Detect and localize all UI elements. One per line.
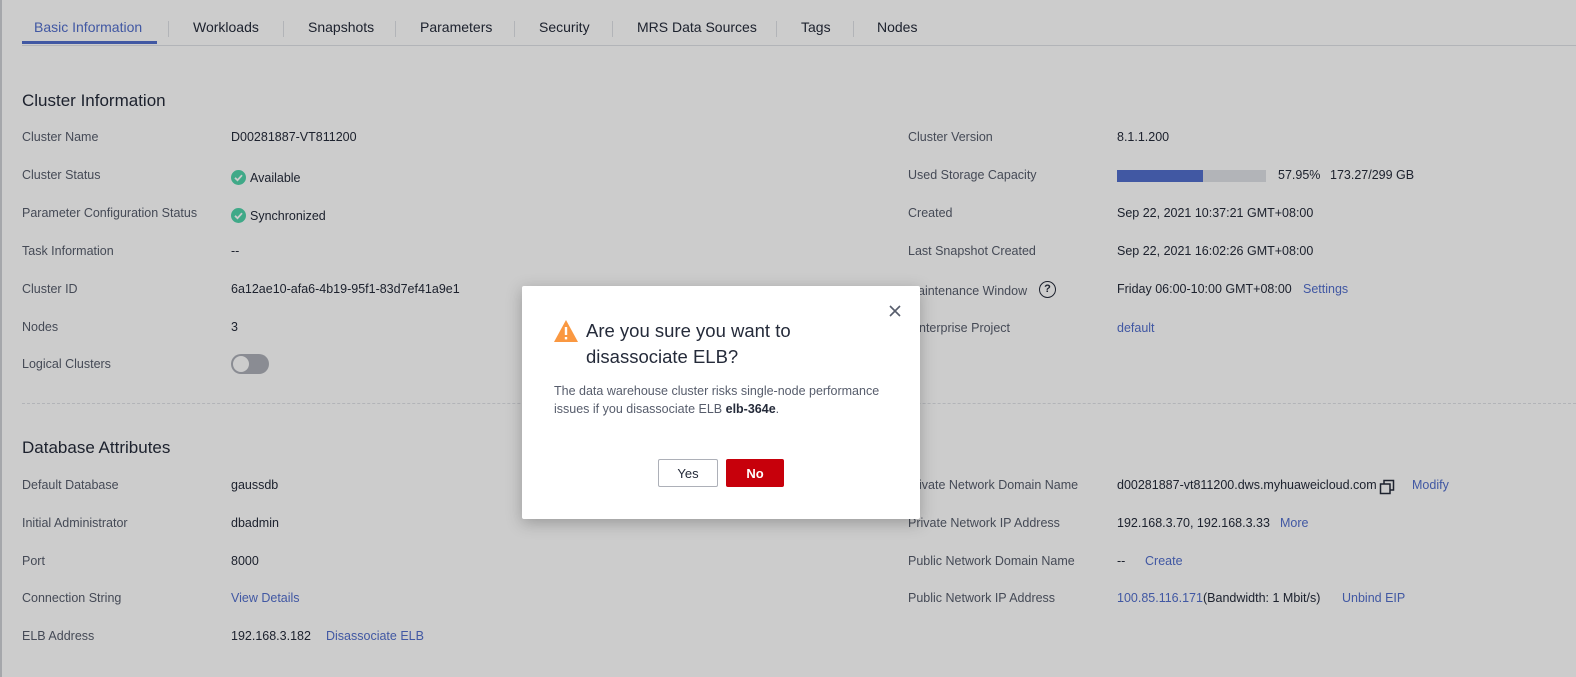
- close-icon[interactable]: [886, 302, 904, 320]
- yes-button[interactable]: Yes: [658, 459, 718, 487]
- warning-icon: [553, 319, 579, 343]
- dialog-message: The data warehouse cluster risks single-…: [554, 382, 894, 418]
- no-button[interactable]: No: [726, 459, 784, 487]
- dialog-message-end: .: [775, 402, 780, 416]
- dialog-title: Are you sure you want to disassociate EL…: [586, 320, 791, 367]
- confirm-dialog: Are you sure you want to disassociate EL…: [522, 286, 920, 519]
- elb-name: elb-364e: [725, 402, 776, 416]
- dialog-message-text: The data warehouse cluster risks single-…: [554, 384, 880, 416]
